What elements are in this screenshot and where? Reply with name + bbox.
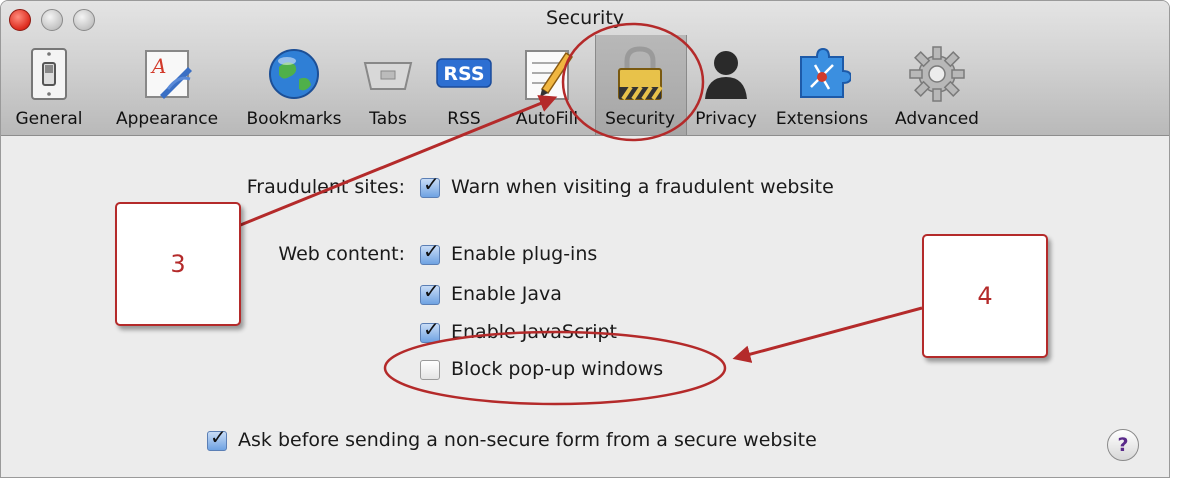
rss-icon: RSS — [436, 58, 492, 88]
enable-java-checkbox[interactable]: ✓ — [420, 281, 440, 305]
light-switch-icon — [31, 48, 67, 100]
block-popups-text: Block pop-up windows — [451, 358, 664, 380]
toolbar-item-security[interactable]: Security — [595, 41, 685, 133]
toolbar-label-advanced: Advanced — [895, 109, 979, 129]
toolbar-item-general[interactable]: General — [9, 41, 89, 133]
toolbar-label-extensions: Extensions — [775, 109, 869, 129]
rss-badge-text: RSS — [443, 63, 484, 85]
padlock-icon — [618, 46, 663, 101]
toolbar-label-autofill: AutoFill — [515, 109, 579, 129]
toolbar-label-security: Security — [605, 109, 675, 129]
checkmark-icon: ✓ — [423, 317, 440, 341]
toolbar-label-tabs: Tabs — [369, 109, 407, 129]
pencil-form-icon — [525, 50, 574, 100]
puzzle-compass-icon — [800, 47, 851, 98]
font-pen-icon: A — [145, 50, 192, 99]
help-button[interactable]: ? — [1107, 429, 1139, 461]
toolbar-item-appearance[interactable]: A Appearance — [109, 41, 225, 133]
window-title: Security — [545, 7, 625, 29]
block-popups-checkbox[interactable] — [420, 360, 440, 380]
toolbar-item-bookmarks[interactable]: Bookmarks — [239, 41, 349, 133]
enable-plugins-text: Enable plug-ins — [451, 243, 598, 265]
enable-javascript-checkbox[interactable]: ✓ — [420, 319, 440, 343]
enable-javascript-text: Enable JavaScript — [451, 321, 617, 343]
toolbar-label-rss: RSS — [447, 109, 481, 129]
toolbar-label-privacy: Privacy — [695, 109, 757, 129]
toolbar-label-general: General — [15, 109, 83, 129]
toolbar-item-extensions[interactable]: Extensions — [767, 41, 877, 133]
toolbar-item-tabs[interactable]: Tabs — [353, 41, 423, 133]
tabs-icon — [363, 62, 413, 90]
toolbar-item-advanced[interactable]: Advanced — [885, 41, 989, 133]
ask-nonsecure-form-checkbox[interactable]: ✓ — [207, 427, 227, 451]
preferences-toolbar: Security General A Appearance Bookmarks … — [1, 1, 1169, 136]
checkmark-icon: ✓ — [423, 239, 440, 263]
enable-plugins-checkbox[interactable]: ✓ — [420, 241, 440, 265]
warn-fraudulent-text: Warn when visiting a fraudulent website — [451, 176, 834, 198]
globe-icon — [269, 49, 319, 99]
checkmark-icon: ✓ — [423, 279, 440, 303]
toolbar-item-rss[interactable]: RSS RSS — [429, 41, 499, 133]
ask-nonsecure-form-text: Ask before sending a non-secure form fro… — [238, 429, 817, 451]
svg-text:A: A — [150, 54, 166, 78]
callout-4: 4 — [922, 234, 1048, 358]
enable-java-text: Enable Java — [451, 283, 562, 305]
toolbar-label-appearance: Appearance — [115, 109, 219, 129]
warn-fraudulent-checkbox[interactable]: ✓ — [420, 174, 440, 198]
gear-icon — [909, 46, 965, 102]
toolbar-item-privacy[interactable]: Privacy — [691, 41, 761, 133]
toolbar-label-bookmarks: Bookmarks — [246, 109, 342, 129]
checkmark-icon: ✓ — [423, 172, 440, 196]
checkmark-icon: ✓ — [210, 425, 227, 449]
person-silhouette-icon — [705, 51, 747, 99]
fraudulent-sites-label: Fraudulent sites: — [246, 176, 405, 198]
toolbar-item-autofill[interactable]: AutoFill — [505, 41, 589, 133]
callout-3: 3 — [115, 202, 241, 326]
web-content-label: Web content: — [278, 243, 405, 265]
